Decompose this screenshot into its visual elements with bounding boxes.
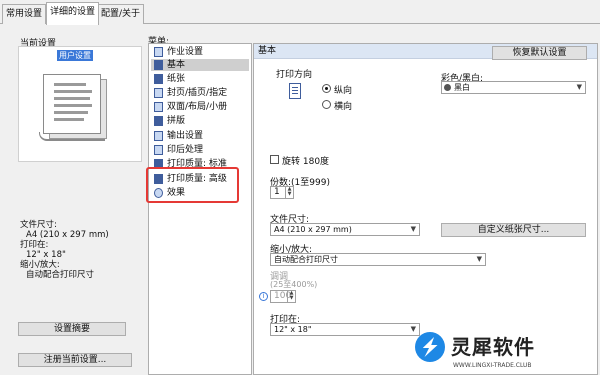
basic-icon <box>154 60 163 70</box>
print-preview: 用户设置 <box>18 46 142 162</box>
scale-value: 自动配合打印尺寸 <box>26 270 95 280</box>
chevron-down-icon: ▼ <box>410 225 416 233</box>
landscape-label: 横向 <box>334 102 353 112</box>
lightning-logo-icon <box>415 332 445 362</box>
menu-item-label: 作业设置 <box>167 47 204 57</box>
menu-item-label: 基本 <box>167 60 186 70</box>
output-icon <box>154 131 163 141</box>
spin-arrows-icon[interactable]: ▲ ▼ <box>285 187 293 198</box>
paper-icon <box>154 74 163 84</box>
tab-bar: 常用设置 详细的设置 配置/关于 <box>0 0 600 25</box>
chevron-down-icon: ▼ <box>576 83 582 91</box>
settings-summary-button[interactable]: 设置摘要 <box>18 322 126 336</box>
duplex-icon <box>154 102 163 112</box>
paper-preview-icon <box>39 74 109 141</box>
spin-arrows-icon[interactable]: ▲ ▼ <box>287 291 295 302</box>
copies-value: 1 <box>274 187 280 197</box>
menu-item-label: 双面/布局/小册 <box>167 102 228 112</box>
color-mode-icon <box>444 84 451 91</box>
paper-size-value: A4 (210 x 297 mm) <box>26 230 109 240</box>
settings-page: 当前设置 用户设置 文件尺寸: A4 (210 x 297 mm) 打印在: 1… <box>0 24 600 375</box>
menu-list: 作业设置 基本 纸张 封页/插页/指定 双面/布局/小册 拼版 输出设置 印后处… <box>148 43 252 375</box>
custom-paper-size-button[interactable]: 自定义纸张尺寸... <box>441 223 586 237</box>
color-mode-select[interactable]: 黑白 ▼ <box>441 81 586 94</box>
menu-item-label: 印后处理 <box>167 145 204 155</box>
print-on-label: 打印在: <box>20 240 49 250</box>
cover-insert-icon <box>154 88 163 98</box>
color-mode-value: 黑白 <box>454 83 470 92</box>
orientation-label: 打印方向 <box>276 70 313 80</box>
rotate-180-checkbox[interactable] <box>270 155 279 164</box>
tab-config-about[interactable]: 配置/关于 <box>97 4 145 24</box>
settings-summary-info: 文件尺寸: A4 (210 x 297 mm) 打印在: 12" x 18" 缩… <box>20 220 109 280</box>
paper-size-select[interactable]: A4 (210 x 297 mm) ▼ <box>270 223 420 236</box>
register-settings-button[interactable]: 注册当前设置... <box>18 353 132 367</box>
scale-label: 缩小/放大: <box>20 260 60 270</box>
scale-value: 自动配合打印尺寸 <box>274 255 338 264</box>
menu-item-cover-insert[interactable]: 封页/插页/指定 <box>151 87 249 99</box>
landscape-radio[interactable] <box>322 100 331 109</box>
menu-item-job-settings[interactable]: 作业设置 <box>151 46 249 58</box>
menu-item-output[interactable]: 输出设置 <box>151 130 249 142</box>
menu-item-label: 输出设置 <box>167 131 204 141</box>
info-icon[interactable]: i <box>259 292 268 301</box>
tab-common-settings[interactable]: 常用设置 <box>2 4 47 24</box>
scale-select[interactable]: 自动配合打印尺寸 ▼ <box>270 253 486 266</box>
finishing-icon <box>154 145 163 155</box>
print-quality-highlight-box <box>146 167 239 203</box>
restore-defaults-button[interactable]: 恢复默认设置 <box>492 46 587 60</box>
brand-name: 灵犀软件 <box>451 335 535 359</box>
portrait-radio[interactable] <box>322 84 331 93</box>
zoom-input[interactable]: 100 ▲ ▼ <box>270 290 296 303</box>
chevron-down-icon: ▼ <box>476 255 482 263</box>
menu-item-imposition[interactable]: 拼版 <box>151 115 249 127</box>
job-settings-icon <box>154 47 163 57</box>
brand-url: WWW.LINGXI-TRADE.CLUB <box>453 362 532 369</box>
print-on-value: 12" x 18" <box>26 250 66 260</box>
print-on-value: 12" x 18" <box>274 325 312 334</box>
tab-detailed-settings[interactable]: 详细的设置 <box>46 2 100 25</box>
paper-size-value: A4 (210 x 297 mm) <box>274 225 352 234</box>
brand-watermark: 灵犀软件 <box>415 332 535 362</box>
menu-item-label: 拼版 <box>167 116 186 126</box>
imposition-icon <box>154 116 163 126</box>
rotate-180-label: 旋转 180度 <box>282 157 330 167</box>
zoom-range: (25至400%) <box>270 280 318 289</box>
copies-input[interactable]: 1 ▲ ▼ <box>270 186 294 199</box>
print-on-select[interactable]: 12" x 18" ▼ <box>270 323 420 336</box>
portrait-label: 纵向 <box>334 86 353 96</box>
menu-item-label: 纸张 <box>167 74 186 84</box>
menu-item-basic[interactable]: 基本 <box>151 59 249 71</box>
menu-item-label: 封页/插页/指定 <box>167 88 228 98</box>
user-setting-tag: 用户设置 <box>57 50 93 61</box>
basic-settings-panel: 基本 恢复默认设置 打印方向 纵向 横向 彩色/黑白: 黑白 ▼ 旋转 180度… <box>253 43 598 375</box>
menu-item-paper[interactable]: 纸张 <box>151 73 249 85</box>
paper-size-label: 文件尺寸: <box>20 220 57 230</box>
menu-item-duplex-layout[interactable]: 双面/布局/小册 <box>151 101 249 113</box>
menu-item-finishing[interactable]: 印后处理 <box>151 144 249 156</box>
portrait-page-icon <box>289 83 301 99</box>
